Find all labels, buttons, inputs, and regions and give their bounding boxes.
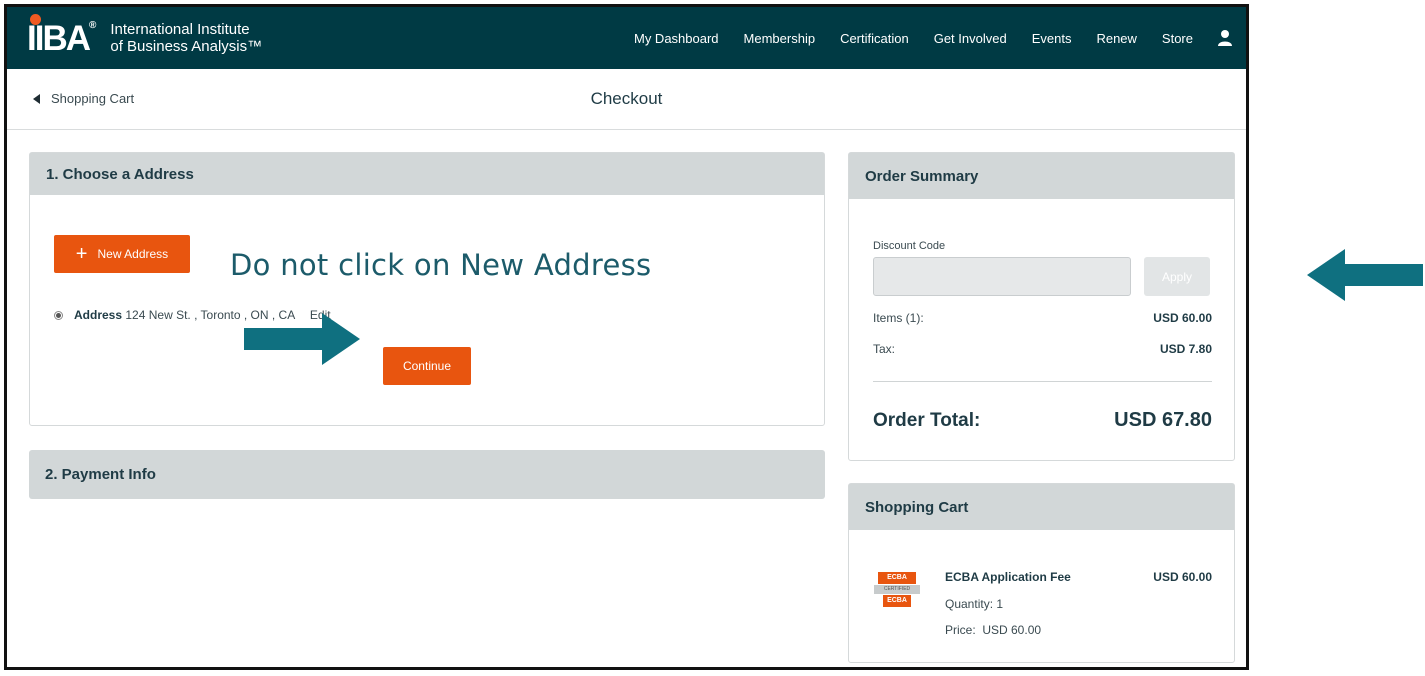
- order-total-label: Order Total:: [873, 410, 981, 431]
- apply-label: Apply: [1161, 269, 1193, 284]
- page-title: Checkout: [590, 89, 663, 108]
- nav-my-dashboard[interactable]: My Dashboard: [634, 31, 719, 46]
- cart-item-unit-price: Price: USD 60.00: [945, 623, 1042, 637]
- address-panel-title: 1. Choose a Address: [46, 165, 194, 183]
- user-icon[interactable]: [1216, 29, 1234, 47]
- logo-name-line1: International Institute: [110, 21, 250, 38]
- order-summary-header: Order Summary: [849, 153, 1234, 199]
- new-address-label: New Address: [97, 247, 169, 261]
- items-label: Items (1):: [873, 311, 924, 325]
- ecba-badge-icon: ECBA CERTIFIED ECBA: [874, 572, 920, 608]
- cart-item-price: USD 60.00: [1153, 570, 1212, 584]
- nav-certification[interactable]: Certification: [840, 31, 909, 46]
- payment-panel-title: 2. Payment Info: [45, 466, 156, 483]
- order-summary-panel: Order Summary Discount Code Apply Items …: [848, 152, 1235, 461]
- logo-dot: [30, 13, 41, 25]
- main-nav: My Dashboard Membership Certification Ge…: [634, 7, 1246, 69]
- discount-code-input[interactable]: [873, 257, 1131, 296]
- continue-button[interactable]: Continue: [383, 347, 471, 385]
- shopping-cart-title: Shopping Cart: [865, 498, 969, 516]
- continue-label: Continue: [402, 359, 452, 373]
- badge-bottom: ECBA: [883, 595, 911, 607]
- badge-mid: CERTIFIED: [874, 585, 920, 594]
- nav-store[interactable]: Store: [1162, 31, 1193, 46]
- tax-value: USD 7.80: [1159, 342, 1212, 356]
- instruction-text: Do not click on New Address: [230, 248, 652, 282]
- registered-mark: ®: [89, 19, 97, 31]
- summary-divider: [873, 381, 1212, 382]
- order-total-value: USD 67.80: [1114, 409, 1212, 431]
- new-address-button[interactable]: + New Address: [54, 235, 190, 273]
- address-label: Address: [74, 308, 123, 322]
- address-panel: 1. Choose a Address + New Address Do not…: [29, 152, 825, 426]
- tax-label: Tax:: [873, 342, 896, 356]
- top-nav-bar: IIBA® International Institute of Busines…: [7, 7, 1246, 69]
- address-radio[interactable]: [54, 311, 63, 320]
- arrow-right-icon: [244, 313, 360, 365]
- order-summary-title: Order Summary: [865, 167, 979, 185]
- iiba-logo[interactable]: IIBA® International Institute of Busines…: [27, 13, 262, 58]
- shopping-cart-panel: Shopping Cart ECBA CERTIFIED ECBA ECBA A…: [848, 483, 1235, 663]
- nav-events[interactable]: Events: [1032, 31, 1072, 46]
- shopping-cart-header: Shopping Cart: [849, 484, 1234, 530]
- browser-frame: IIBA® International Institute of Busines…: [4, 4, 1249, 670]
- logo-mark: IIBA®: [27, 13, 97, 56]
- logo-name-line2: of Business Analysis™: [110, 38, 263, 55]
- items-value: USD 60.00: [1153, 311, 1212, 325]
- arrow-left-icon: [1307, 249, 1423, 301]
- cart-item-quantity: Quantity: 1: [945, 597, 1004, 611]
- checkout-subheader: Shopping Cart Checkout: [7, 69, 1246, 130]
- logo-name: International Institute of Business Anal…: [110, 21, 262, 55]
- payment-panel[interactable]: 2. Payment Info: [29, 450, 825, 499]
- cart-item-name[interactable]: ECBA Application Fee: [945, 570, 1071, 584]
- plus-icon: +: [75, 243, 88, 265]
- nav-membership[interactable]: Membership: [744, 31, 816, 46]
- apply-button[interactable]: Apply: [1144, 257, 1210, 296]
- address-panel-header: 1. Choose a Address: [30, 153, 824, 195]
- address-radio-dot: [56, 313, 61, 318]
- payment-panel-header: 2. Payment Info: [29, 450, 825, 499]
- nav-get-involved[interactable]: Get Involved: [934, 31, 1007, 46]
- badge-top: ECBA: [878, 572, 916, 584]
- nav-renew[interactable]: Renew: [1096, 31, 1136, 46]
- discount-code-label: Discount Code: [873, 240, 946, 252]
